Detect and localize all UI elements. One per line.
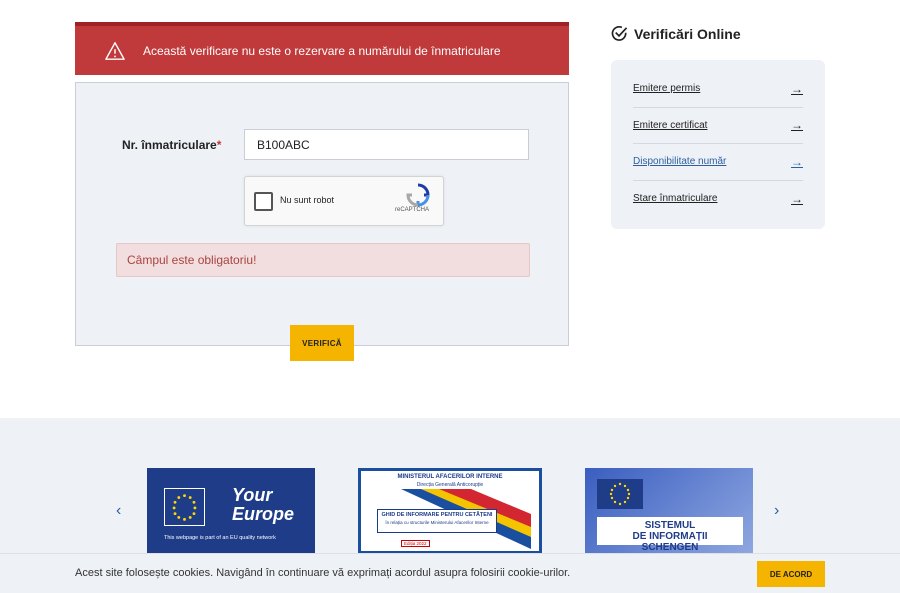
mai-header: MINISTERUL AFACERILOR INTERNE (397, 474, 503, 480)
warning-icon (105, 41, 125, 60)
eu-flag-icon (164, 488, 205, 526)
recaptcha-brand: reCAPTCHA (395, 207, 430, 213)
mai-guide-title: GHID DE INFORMARE PENTRU CETĂȚENI (381, 512, 493, 518)
warning-alert: Această verificare nu este o rezervare a… (75, 22, 569, 75)
mai-guide-subtitle: în relația cu structurile Ministerului A… (385, 520, 489, 525)
alert-text: Această verificare nu este o rezervare a… (143, 43, 501, 58)
your-europe-banner[interactable]: Your Europe This webpage is part of an E… (147, 468, 315, 554)
your-europe-line2: Europe (232, 504, 295, 524)
carousel-next-icon[interactable]: › (774, 502, 779, 520)
mai-guide-card: MINISTERUL AFACERILOR INTERNE Direcția G… (361, 471, 539, 551)
mai-guide-banner[interactable]: MINISTERUL AFACERILOR INTERNE Direcția G… (358, 468, 542, 554)
arrow-right-icon: → (791, 191, 803, 206)
plate-label-text: Nr. înmatriculare (122, 138, 217, 152)
captcha-label: Nu sunt robot (280, 195, 335, 205)
verification-form: Nr. înmatriculare* Nu sunt robot reCAPTC… (75, 82, 569, 346)
mai-guide-title-box: GHID DE INFORMARE PENTRU CETĂȚENI în rel… (377, 509, 497, 533)
schengen-label: SISTEMUL DE INFORMAȚII SCHENGEN (597, 517, 743, 553)
sidebar-item-label: Emitere permis (633, 83, 701, 95)
recaptcha-widget[interactable]: Nu sunt robot reCAPTCHA (244, 176, 444, 226)
schengen-line2: DE INFORMAȚII SCHENGEN (632, 531, 708, 553)
cookie-bar: Acest site folosește cookies. Navigând î… (0, 553, 900, 593)
mai-subheader: Direcția Generală Anticorupție (416, 482, 484, 488)
online-checks-panel: Emitere permis → Emitere certificat → Di… (611, 60, 825, 229)
error-text: Câmpul este obligatoriu! (127, 253, 257, 267)
sidebar-title-text: Verificări Online (634, 25, 741, 42)
schengen-banner[interactable]: SISTEMUL DE INFORMAȚII SCHENGEN (585, 468, 753, 554)
error-message: Câmpul este obligatoriu! (116, 243, 530, 277)
carousel-prev-icon[interactable]: ‹ (116, 502, 121, 520)
cookie-accept-button[interactable]: DE ACORD (757, 561, 825, 587)
arrow-right-icon: → (791, 81, 803, 96)
sidebar-title: Verificări Online (611, 25, 741, 42)
mai-edition-badge: Ediția 2022 (401, 540, 430, 547)
recaptcha-icon (406, 183, 430, 207)
captcha-checkbox[interactable] (254, 192, 273, 211)
eu-flag-icon (597, 479, 643, 509)
sidebar-item-stare-inmatriculare[interactable]: Stare înmatriculare → (633, 181, 803, 218)
your-europe-line1: Your (232, 485, 273, 505)
your-europe-caption: This webpage is part of an EU quality ne… (164, 535, 276, 541)
arrow-right-icon: → (791, 154, 803, 169)
sidebar-item-emitere-certificat[interactable]: Emitere certificat → (633, 108, 803, 144)
sidebar-item-label: Emitere certificat (633, 119, 708, 131)
required-mark: * (216, 138, 222, 152)
sidebar-item-label: Disponibilitate număr (633, 156, 727, 168)
your-europe-logo: Your Europe (232, 486, 294, 524)
sidebar-item-emitere-permis[interactable]: Emitere permis → (633, 71, 803, 108)
sidebar-item-label: Stare înmatriculare (633, 193, 718, 205)
check-circle-icon (611, 26, 628, 41)
schengen-line1: SISTEMUL (644, 520, 696, 531)
plate-label: Nr. înmatriculare* (122, 138, 221, 152)
sidebar-item-disponibilitate-numar[interactable]: Disponibilitate număr → (633, 144, 803, 181)
cookie-text: Acest site folosește cookies. Navigând î… (75, 567, 571, 579)
arrow-right-icon: → (791, 118, 803, 133)
verify-button[interactable]: VERIFICĂ (290, 325, 354, 361)
plate-number-input[interactable] (244, 129, 529, 160)
